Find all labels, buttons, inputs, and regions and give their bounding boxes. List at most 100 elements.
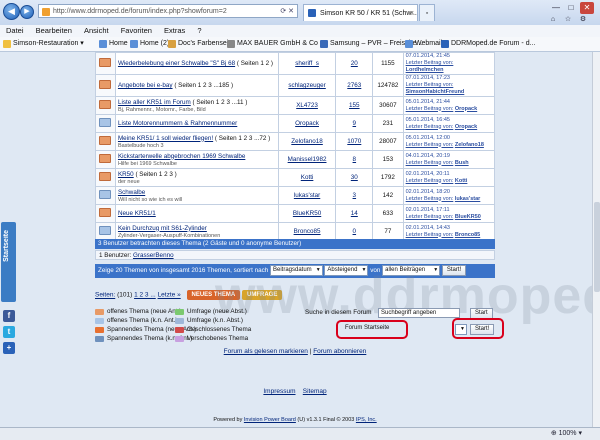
topic-starter-link[interactable]: BlueKR50 — [293, 210, 321, 217]
pagination-pages[interactable]: 1 2 3 ... — [134, 292, 156, 299]
topic-replies-link[interactable]: 9 — [353, 120, 357, 127]
topic-title-link[interactable]: Meine KR51/ 1 soll wieder fliegen! — [118, 135, 213, 142]
impressum-link[interactable]: Impressum — [263, 388, 295, 395]
topic-title-link[interactable]: Angebote bei e-bay — [118, 82, 173, 89]
search-input[interactable]: Suchbegriff angeben — [378, 308, 460, 318]
refresh-icon[interactable]: ⟳ ✕ — [280, 5, 294, 19]
fav-home[interactable]: Home — [99, 37, 128, 51]
tab-simson-kr50[interactable]: Simson KR 50 / KR 51 (Schw... × — [303, 4, 418, 21]
menu-help[interactable]: ? — [197, 26, 201, 35]
topic-replies-link[interactable]: 0 — [353, 228, 357, 235]
zoom-level[interactable]: ⊕ 100% ▾ — [551, 428, 582, 440]
topic-starter-cell: Bronco85 — [277, 222, 337, 241]
topic-replies-link[interactable]: 3 — [353, 192, 357, 199]
topic-replies-link[interactable]: 14 — [351, 210, 358, 217]
menu-ansicht[interactable]: Ansicht — [84, 26, 109, 35]
sitemap-link[interactable]: Sitemap — [303, 388, 327, 395]
last-post-label[interactable]: Letzter Beitrag von: — [406, 124, 454, 130]
last-post-user[interactable]: Oropack — [455, 124, 477, 130]
last-post-label[interactable]: Letzter Beitrag von: — [406, 232, 454, 238]
last-post-user[interactable]: Zelofano18 — [455, 142, 484, 148]
twitter-icon[interactable]: t — [3, 326, 15, 338]
scrollbar-thumb[interactable] — [594, 202, 600, 292]
topic-replies-link[interactable]: 155 — [349, 102, 360, 109]
fav-ddrmoped-forum[interactable]: DDRMoped.de Forum - d... — [441, 37, 535, 51]
topic-pages[interactable]: ( Seiten 1 2 ) — [237, 60, 273, 67]
viewing-user-link[interactable]: GrasserBenno — [133, 252, 174, 259]
last-post-label[interactable]: Letzter Beitrag von: — [406, 160, 454, 166]
last-post-label[interactable]: Letzter Beitrag von: — [406, 106, 454, 112]
new-tab-button[interactable]: ▫ — [419, 4, 435, 21]
last-post-user[interactable]: BlueKR50 — [455, 214, 481, 220]
forum-jump-start-button[interactable]: Start! — [470, 324, 495, 335]
last-post-user[interactable]: Kotti — [455, 178, 468, 184]
topic-starter-link[interactable]: schlagzeuger — [288, 82, 325, 89]
last-post-user[interactable]: Bush — [455, 160, 469, 166]
close-window-button[interactable]: ✕ — [580, 2, 594, 14]
last-post-label[interactable]: Letzter Beitrag von: — [406, 178, 454, 184]
topic-title-link[interactable]: Schwalbe — [118, 189, 145, 196]
topic-title-link[interactable]: Kein Durchzug mit S61-Zylinder — [118, 225, 207, 232]
facebook-icon[interactable]: f — [3, 310, 15, 322]
topic-title-link[interactable]: KR50 — [118, 171, 134, 178]
topic-pages[interactable]: ( Seiten 1 2 3 ...185 ) — [174, 82, 233, 89]
address-bar[interactable]: http://www.ddrmoped.de/forum/index.php?s… — [38, 4, 298, 18]
last-post-user[interactable]: Bronco85 — [455, 232, 480, 238]
topic-title-link[interactable]: Liste Motorennummern & Rahmennummer — [118, 120, 237, 127]
startseite-side-widget[interactable]: Startseite — [1, 222, 16, 302]
topic-starter-link[interactable]: Manissel1982 — [288, 156, 327, 163]
last-post-label[interactable]: Letzter Beitrag von: — [406, 196, 454, 202]
fav-home-2[interactable]: Home (2) — [130, 37, 169, 51]
fav-webmail[interactable]: Webmail — [405, 37, 442, 51]
share-icon[interactable]: + — [3, 342, 15, 354]
topic-starter-link[interactable]: Zelofano18 — [291, 138, 323, 145]
last-post-user[interactable]: lukas'star — [455, 196, 480, 202]
tab-close-icon[interactable]: × — [410, 5, 414, 21]
back-button[interactable]: ◀ — [3, 3, 20, 20]
topic-replies-link[interactable]: 30 — [351, 174, 358, 181]
topic-last-post-cell: 05.01.2014, 21:44 Letzter Beitrag von: Or… — [402, 96, 496, 115]
topic-title-link[interactable]: Kickstarterwelle abgebrochen 1969 Schwal… — [118, 153, 245, 160]
menu-extras[interactable]: Extras — [164, 26, 185, 35]
topic-status-icon — [99, 190, 112, 199]
topic-replies-link[interactable]: 1070 — [347, 138, 361, 145]
topic-replies-link[interactable]: 20 — [351, 60, 358, 67]
last-post-label[interactable]: Letzter Beitrag von: — [406, 214, 454, 220]
subscribe-link[interactable]: Forum abonnieren — [313, 348, 366, 355]
topic-title-link[interactable]: Liste aller KR51 im Forum — [118, 99, 191, 106]
menu-datei[interactable]: Datei — [6, 26, 24, 35]
topic-replies-link[interactable]: 8 — [353, 156, 357, 163]
last-post-label[interactable]: Letzter Beitrag von: — [406, 82, 454, 88]
forward-button[interactable]: ▶ — [20, 5, 34, 19]
last-post-label[interactable]: Letzter Beitrag von: — [406, 60, 454, 66]
ipb-link[interactable]: Invision Power Board — [244, 417, 296, 423]
topic-pages[interactable]: ( Seiten 1 2 3 ...11 ) — [192, 99, 247, 106]
forum-jump-select[interactable]: Forum Startseite — [343, 324, 405, 333]
topic-replies-link[interactable]: 2763 — [347, 82, 361, 89]
topic-starter-link[interactable]: sheriff_s — [295, 60, 319, 67]
topic-starter-link[interactable]: Bronco85 — [294, 228, 321, 235]
menu-bearbeiten[interactable]: Bearbeiten — [36, 26, 72, 35]
topic-pages[interactable]: ( Seiten 1 2 3 ) — [135, 171, 176, 178]
pagination-last[interactable]: Letzte » — [158, 292, 181, 299]
mark-read-link[interactable]: Forum als gelesen markieren — [224, 348, 308, 355]
last-post-user[interactable]: Lordhelmchen — [406, 67, 444, 73]
page-scrollbar[interactable] — [592, 52, 600, 427]
fav-folder-simson[interactable]: Simson-Restauration ▾ — [3, 37, 84, 51]
topic-starter-link[interactable]: Oropack — [295, 120, 319, 127]
last-post-user[interactable]: SimsonHabichtFreund — [406, 89, 465, 95]
last-post-user[interactable]: Oropack — [455, 106, 477, 112]
maximize-button[interactable]: □ — [564, 2, 578, 14]
topic-starter-link[interactable]: lukas'star — [294, 192, 320, 199]
last-post-label[interactable]: Letzter Beitrag von: — [406, 142, 454, 148]
topic-pages[interactable]: ( Seiten 1 2 3 ...72 ) — [215, 135, 270, 142]
topic-starter-link[interactable]: XL4723 — [296, 102, 318, 109]
menu-favoriten[interactable]: Favoriten — [121, 26, 152, 35]
fav-docs-farbenseite[interactable]: Doc's Farbenseite — [168, 37, 234, 51]
topic-title-link[interactable]: Wiederbelebung einer Schwalbe "S" Bj 68 — [118, 60, 235, 67]
fav-max-bauer[interactable]: MAX BAUER GmbH & Co ... — [227, 37, 326, 51]
minimize-button[interactable]: — — [549, 2, 563, 14]
topic-starter-link[interactable]: Kotti — [301, 174, 314, 181]
topic-title-link[interactable]: Neue KR51/1 — [118, 210, 156, 217]
ips-link[interactable]: IPS, Inc. — [356, 417, 377, 423]
